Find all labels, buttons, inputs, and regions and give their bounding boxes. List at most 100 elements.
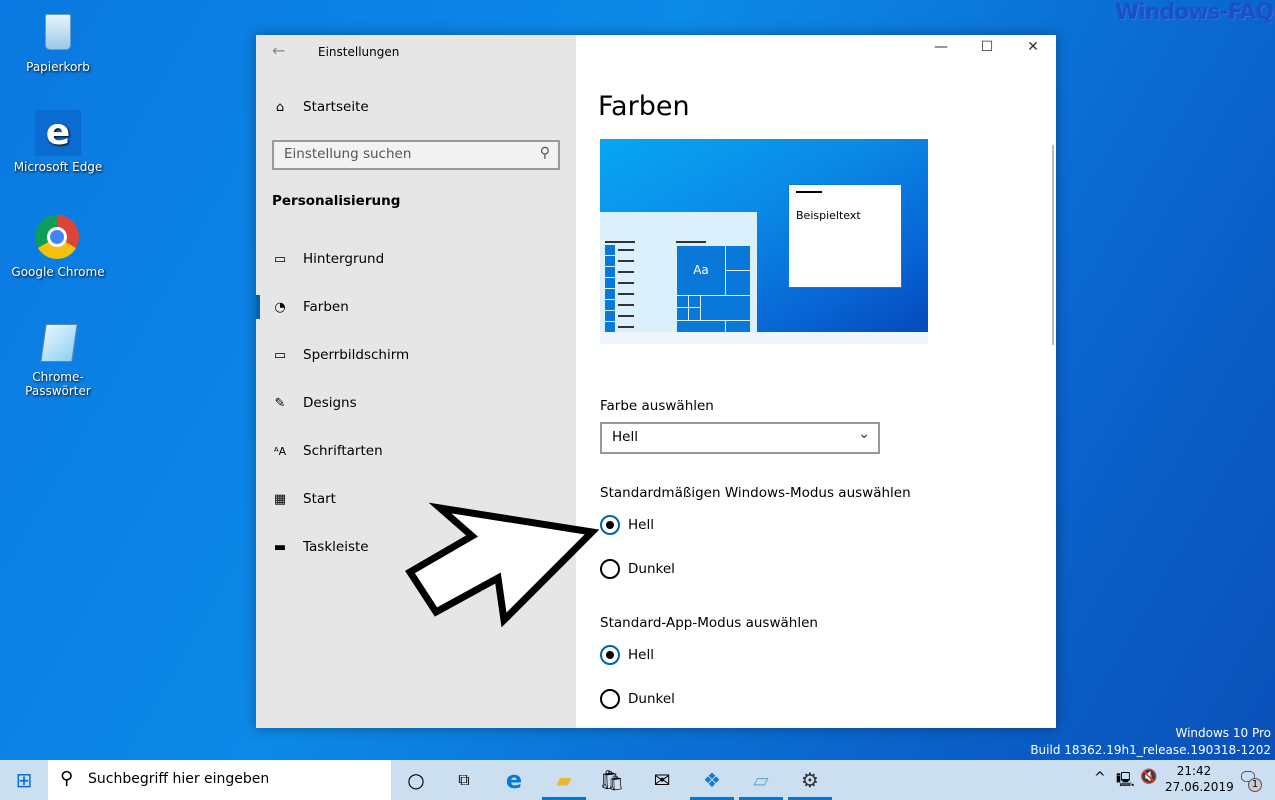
- chevron-down-icon: ⌄: [858, 426, 870, 442]
- desktop-icon-edge[interactable]: e Microsoft Edge: [3, 110, 113, 174]
- settings-gear-icon[interactable]: ⚙: [786, 760, 834, 800]
- desktop-icon-chrome[interactable]: Google Chrome: [3, 215, 113, 279]
- network-icon[interactable]: 🖳: [1116, 769, 1135, 793]
- color-dropdown[interactable]: Hell ⌄: [600, 422, 880, 454]
- edition-text: Windows 10 Pro: [1175, 726, 1271, 740]
- sample-text: Beispieltext: [796, 209, 861, 222]
- minimize-button[interactable]: —: [918, 39, 964, 55]
- image-icon: ▭: [273, 251, 287, 267]
- task-view-icon[interactable]: ⧉: [440, 760, 488, 800]
- volume-muted-icon[interactable]: 🔇: [1140, 769, 1157, 785]
- time: 21:42: [1176, 764, 1212, 778]
- category-heading: Personalisierung: [272, 193, 401, 209]
- clock[interactable]: 21:42 27.06.2019: [1165, 763, 1234, 795]
- sidebar-item-designs[interactable]: ✎ Designs: [272, 395, 357, 411]
- radio-checked: [600, 645, 620, 665]
- desktop-icon-label: Chrome-Passwörter: [25, 370, 91, 398]
- app-mode-label: Standard-App-Modus auswählen: [600, 615, 818, 631]
- taskbar-icon: ▬: [273, 539, 287, 555]
- sidebar-item-label: Hintergrund: [303, 251, 385, 267]
- sidebar-item-schriftarten[interactable]: ᴬA Schriftarten: [272, 443, 383, 459]
- sidebar-item-label: Start: [303, 491, 336, 507]
- notification-count: 1: [1248, 778, 1262, 792]
- search-icon: ⚲: [60, 768, 74, 789]
- chevron-up-icon[interactable]: ^: [1094, 770, 1106, 786]
- notepad-icon: [35, 320, 81, 366]
- chrome-icon: [35, 215, 81, 261]
- radio-checked: [600, 515, 620, 535]
- window-title: Einstellungen: [318, 45, 400, 59]
- start-button-icon[interactable]: ⊞: [0, 760, 48, 800]
- desktop-icon-label: Papierkorb: [26, 60, 90, 74]
- lockscreen-icon: ▭: [273, 347, 287, 363]
- page-title: Farben: [598, 91, 690, 122]
- desktop-icon-recycle-bin[interactable]: Papierkorb: [3, 10, 113, 74]
- app-mode-light-radio[interactable]: Hell: [600, 645, 654, 665]
- file-explorer-icon[interactable]: ▰: [540, 760, 588, 800]
- sidebar-item-label: Farben: [303, 299, 349, 315]
- start-icon: ▦: [273, 491, 287, 507]
- desktop-icon-label: Google Chrome: [11, 265, 105, 279]
- radio-unchecked: [600, 689, 620, 709]
- maximize-button[interactable]: ☐: [964, 39, 1010, 55]
- date: 27.06.2019: [1165, 780, 1234, 794]
- sidebar-item-label: Taskleiste: [303, 539, 369, 555]
- color-select-label: Farbe auswählen: [600, 398, 714, 414]
- back-arrow-icon[interactable]: ←: [272, 41, 285, 60]
- preview-start-menu: Aa: [600, 212, 757, 334]
- edge-taskbar-icon[interactable]: e: [490, 760, 538, 800]
- sidebar-item-farben[interactable]: ◔ Farben: [272, 299, 349, 315]
- search-placeholder: Suchbegriff hier eingeben: [88, 771, 270, 787]
- watermark-logo: Windows-FAQ: [1114, 0, 1274, 25]
- settings-search-input[interactable]: Einstellung suchen ⚲: [272, 140, 560, 170]
- radio-label: Dunkel: [628, 561, 675, 577]
- preview-tile: Aa: [676, 245, 726, 296]
- sidebar-item-label: Schriftarten: [303, 443, 383, 459]
- sidebar-item-start[interactable]: ▦ Start: [272, 491, 336, 507]
- sidebar-item-label: Startseite: [303, 99, 369, 115]
- notepad-taskbar-icon[interactable]: ▱: [737, 760, 785, 800]
- sidebar-item-label: Designs: [303, 395, 357, 411]
- content-pane: — ☐ ✕ Farben Aa Beispieltext Farbe auswä…: [576, 35, 1056, 728]
- edge-icon: e: [35, 110, 81, 156]
- search-icon: ⚲: [539, 145, 550, 161]
- action-center-icon[interactable]: 🗨 1: [1238, 768, 1262, 792]
- palette-icon: ◔: [274, 299, 286, 315]
- windows-mode-label: Standardmäßigen Windows-Modus auswählen: [600, 485, 911, 501]
- radio-label: Hell: [628, 647, 654, 663]
- font-icon: ᴬA: [273, 444, 287, 458]
- close-button[interactable]: ✕: [1010, 39, 1056, 55]
- build-text: Build 18362.19h1_release.190318-1202: [1030, 743, 1271, 757]
- sidebar-item-taskleiste[interactable]: ▬ Taskleiste: [272, 539, 369, 555]
- dropdown-value: Hell: [612, 429, 638, 445]
- cortana-icon[interactable]: ○: [392, 760, 440, 800]
- taskbar: ⊞ ⚲ Suchbegriff hier eingeben ○ ⧉ e ▰ 🛍 ✉…: [0, 760, 1275, 800]
- preview-sample-window: Beispieltext: [788, 184, 902, 288]
- color-preview: Aa Beispieltext: [600, 139, 928, 344]
- radio-label: Hell: [628, 517, 654, 533]
- desktop-icon-chrome-passwords[interactable]: Chrome-Passwörter: [3, 320, 113, 398]
- selection-indicator: [256, 295, 260, 319]
- settings-window: ← Einstellungen ⌂ Startseite Einstellung …: [256, 35, 1056, 728]
- taskbar-search-input[interactable]: ⚲ Suchbegriff hier eingeben: [48, 760, 391, 800]
- sidebar-item-label: Sperrbildschirm: [303, 347, 410, 363]
- search-placeholder: Einstellung suchen: [284, 146, 412, 162]
- mail-icon[interactable]: ✉: [638, 760, 686, 800]
- store-icon[interactable]: 🛍: [588, 760, 636, 800]
- radio-unchecked: [600, 559, 620, 579]
- annotation-arrow-icon: [405, 502, 600, 628]
- sidebar-item-hintergrund[interactable]: ▭ Hintergrund: [272, 251, 384, 267]
- windows-mode-dark-radio[interactable]: Dunkel: [600, 559, 675, 579]
- recycle-bin-icon: [35, 10, 81, 56]
- windows-mode-light-radio[interactable]: Hell: [600, 515, 654, 535]
- radio-label: Dunkel: [628, 691, 675, 707]
- scrollbar[interactable]: [1052, 145, 1054, 345]
- app-mode-dark-radio[interactable]: Dunkel: [600, 689, 675, 709]
- build-watermark: Windows 10 Pro Build 18362.19h1_release.…: [1030, 725, 1271, 759]
- app-icon[interactable]: ❖: [688, 760, 736, 800]
- sidebar-item-sperrbildschirm[interactable]: ▭ Sperrbildschirm: [272, 347, 409, 363]
- desktop-icon-label: Microsoft Edge: [13, 160, 103, 174]
- home-icon: ⌂: [275, 99, 285, 115]
- designs-icon: ✎: [274, 395, 286, 411]
- sidebar-item-home[interactable]: ⌂ Startseite: [272, 99, 369, 115]
